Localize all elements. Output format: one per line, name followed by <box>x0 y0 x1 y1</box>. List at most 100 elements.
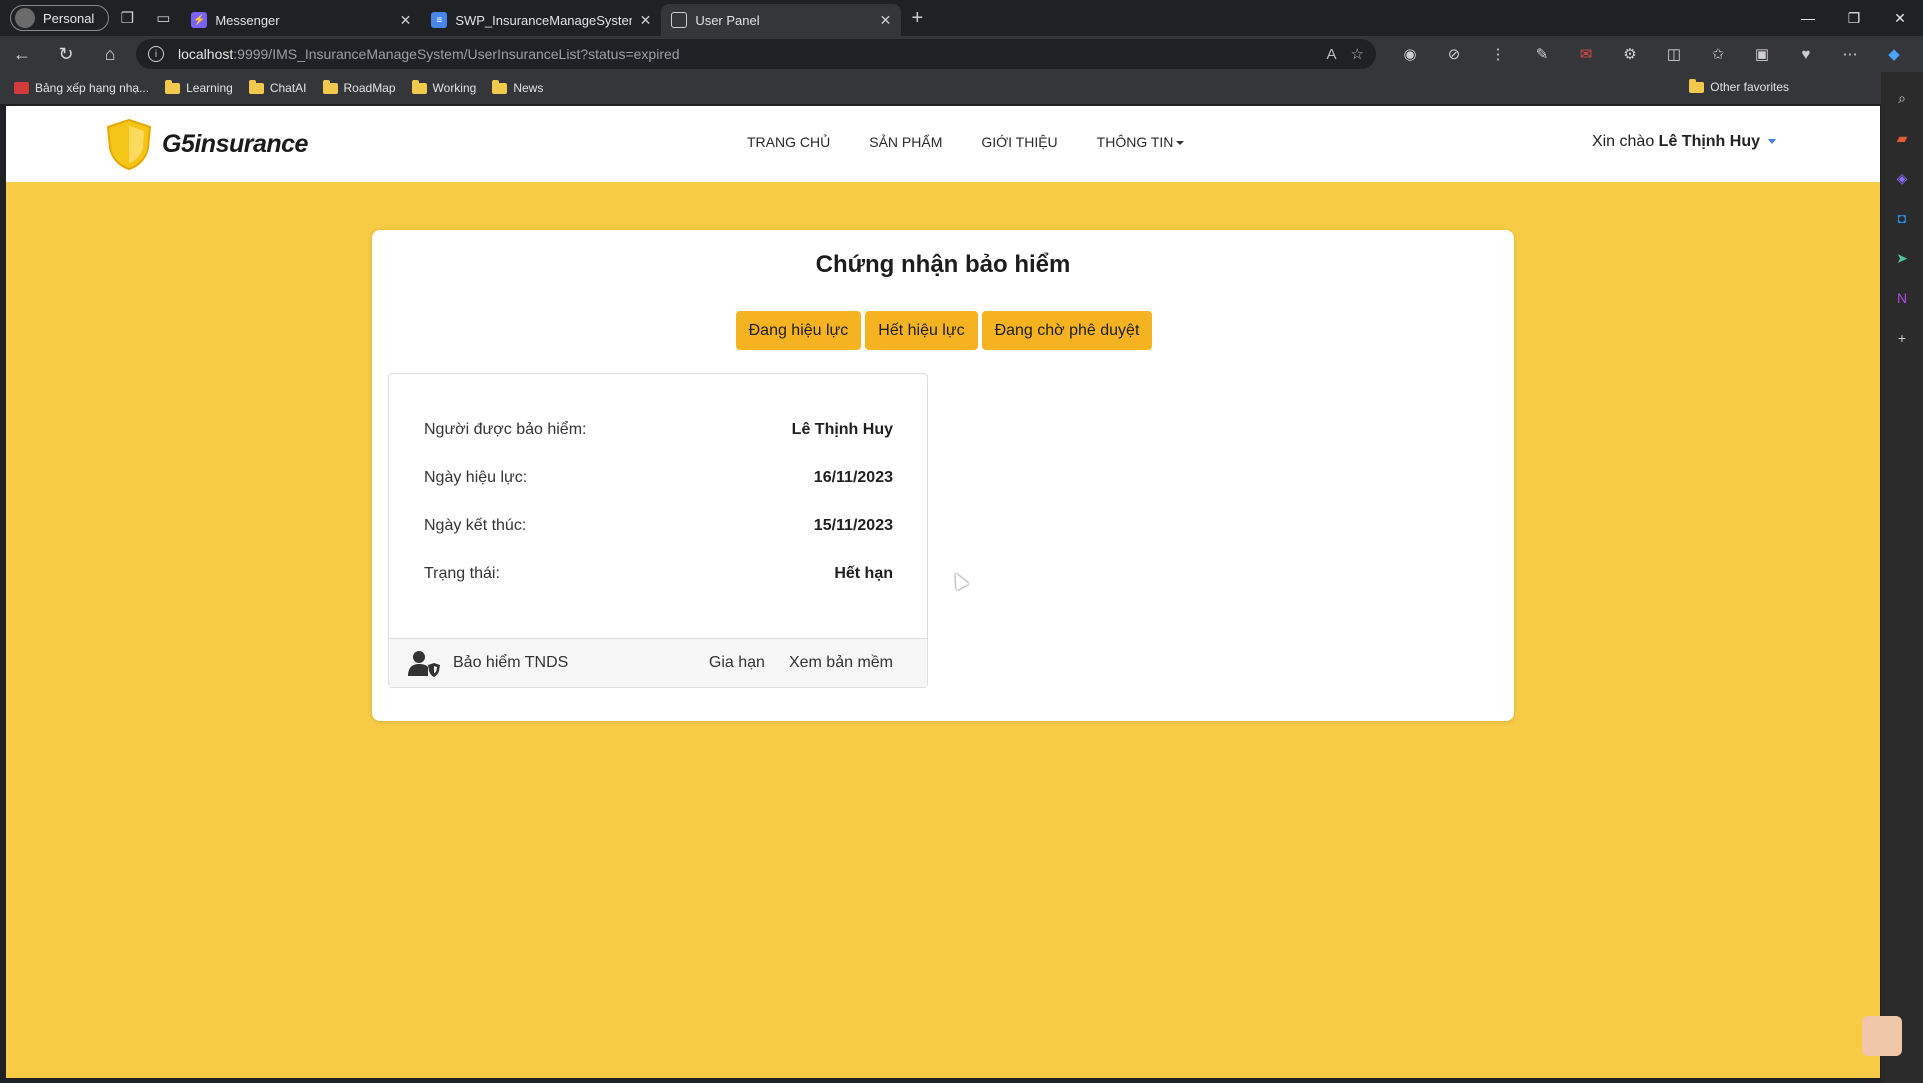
close-tab-icon[interactable]: ✕ <box>640 12 652 29</box>
window-controls: — ❐ ✕ <box>1785 0 1923 36</box>
logo-text: G5insurance <box>162 129 308 158</box>
page-viewport: G5insurance TRANG CHỦ SẢN PHẨM GIỚI THIỆ… <box>6 106 1880 1078</box>
avatar[interactable] <box>1862 1016 1902 1056</box>
new-tab-button[interactable]: + <box>901 4 933 32</box>
tab-title: User Panel <box>695 12 760 28</box>
profile-button[interactable]: Personal <box>10 5 110 31</box>
add-icon[interactable]: + <box>1888 324 1916 352</box>
folder-icon <box>322 79 338 94</box>
copilot-sidebar-icon[interactable]: ◈ <box>1888 164 1916 192</box>
view-soft-copy-link[interactable]: Xem bản mềm <box>789 654 893 672</box>
outlook-icon[interactable]: ◘ <box>1888 204 1916 232</box>
bookmark-folder[interactable]: ChatAI <box>248 79 307 95</box>
bookmark-item[interactable]: Bảng xếp hạng nhạ... <box>14 81 149 95</box>
status-badge: Hết hạn <box>834 565 893 582</box>
site-logo[interactable]: G5insurance <box>104 118 308 170</box>
url-field[interactable]: i localhost:9999/IMS_InsuranceManageSyst… <box>136 39 1376 69</box>
user-shield-icon <box>408 651 440 677</box>
profile-avatar <box>15 8 35 28</box>
menu-info[interactable]: THÔNG TIN <box>1097 134 1185 150</box>
caret-down-icon <box>1176 141 1185 146</box>
status-filters: Đang hiệu lực Hết hiệu lực Đang chờ phê … <box>372 311 1514 350</box>
copilot-icon[interactable]: ◆ <box>1872 45 1916 63</box>
document-icon: ≡ <box>431 12 448 28</box>
extension-badge-icon[interactable]: ✉ <box>1564 45 1608 63</box>
shield-icon <box>106 118 152 170</box>
bookmark-folder[interactable]: News <box>492 79 543 95</box>
profile-label: Personal <box>43 10 95 26</box>
other-favorites[interactable]: Other favorites <box>1689 78 1789 94</box>
folder-icon <box>248 79 264 94</box>
workspaces-icon[interactable]: ❒ <box>109 4 145 32</box>
bookmarks-bar: Bảng xếp hạng nhạ... Learning ChatAI Roa… <box>0 72 1923 104</box>
insured-person-row: Người được bảo hiểm: Lê Thịnh Huy <box>424 421 893 438</box>
main-menu: TRANG CHỦ SẢN PHẨM GIỚI THIỆU THÔNG TIN <box>747 134 1185 150</box>
folder-icon <box>1689 78 1705 93</box>
extension-icon[interactable]: ◉ <box>1388 45 1432 63</box>
minimize-icon[interactable]: — <box>1785 0 1831 36</box>
edge-sidebar: ⌕ ▰ ◈ ◘ ➤ N + <box>1881 72 1923 1083</box>
effective-date-row: Ngày hiệu lực: 16/11/2023 <box>424 469 893 486</box>
eyedropper-icon[interactable]: ✎ <box>1520 45 1564 63</box>
tab-actions-icon[interactable]: ▭ <box>145 4 181 32</box>
tab-swp-doc[interactable]: ≡ SWP_InsuranceManageSystem_R ✕ <box>421 4 661 36</box>
page-icon <box>671 12 688 28</box>
menu-products[interactable]: SẢN PHẨM <box>869 134 942 150</box>
caret-down-icon <box>1768 139 1776 145</box>
address-bar-row: ← ↻ ⌂ i localhost:9999/IMS_InsuranceMana… <box>0 36 1923 72</box>
tab-title: SWP_InsuranceManageSystem_R <box>455 12 631 28</box>
info-icon[interactable]: i <box>148 46 164 62</box>
insurance-card: Người được bảo hiểm: Lê Thịnh Huy Ngày h… <box>388 373 928 688</box>
folder-icon <box>165 79 181 94</box>
home-icon[interactable]: ⌂ <box>88 38 132 70</box>
collections-icon[interactable]: ▣ <box>1740 45 1784 63</box>
split-screen-icon[interactable]: ◫ <box>1652 45 1696 63</box>
close-window-icon[interactable]: ✕ <box>1877 0 1923 36</box>
extensions-bar: ◉ ⊘ ⋮ ✎ ✉ ⚙ ◫ ✩ ▣ ♥ ⋯ ◆ <box>1388 45 1916 64</box>
extension-icon[interactable]: ⋮ <box>1476 45 1520 63</box>
close-tab-icon[interactable]: ✕ <box>400 12 412 29</box>
page-title: Chứng nhận bảo hiểm <box>815 251 1071 278</box>
bookmark-folder[interactable]: RoadMap <box>322 79 396 95</box>
close-tab-icon[interactable]: ✕ <box>880 12 892 29</box>
read-aloud-icon[interactable]: A <box>1327 46 1337 63</box>
status-row: Trạng thái: Hết hạn <box>424 565 893 613</box>
filter-expired-button[interactable]: Hết hiệu lực <box>865 311 978 350</box>
tab-user-panel[interactable]: User Panel ✕ <box>661 4 902 36</box>
certificate-panel: Chứng nhận bảo hiểm Đang hiệu lực Hết hi… <box>372 230 1514 721</box>
menu-about[interactable]: GIỚI THIỆU <box>981 134 1057 150</box>
folder-icon <box>411 79 427 94</box>
end-date-row: Ngày kết thúc: 15/11/2023 <box>424 517 893 534</box>
user-menu[interactable]: Xin chào Lê Thịnh Huy <box>1592 133 1776 151</box>
insurance-type: Bảo hiểm TNDS <box>453 654 569 671</box>
favorite-star-icon[interactable]: ☆ <box>1351 45 1364 63</box>
bookmark-folder[interactable]: Working <box>411 79 476 95</box>
insurance-card-footer: Bảo hiểm TNDS Gia hạn Xem bản mềm <box>389 638 927 687</box>
onenote-icon[interactable]: N <box>1888 284 1916 312</box>
tab-messenger[interactable]: ⚡ Messenger ✕ <box>181 4 421 36</box>
extensions-icon[interactable]: ⚙ <box>1608 45 1652 63</box>
user-name: Lê Thịnh Huy <box>1658 133 1760 150</box>
send-icon[interactable]: ➤ <box>1888 244 1916 272</box>
tab-title: Messenger <box>215 12 280 28</box>
refresh-icon[interactable]: ↻ <box>44 38 88 70</box>
filter-pending-button[interactable]: Đang chờ phê duyệt <box>981 311 1153 350</box>
browser-tab-bar: Personal ❒ ▭ ⚡ Messenger ✕ ≡ SWP_Insuran… <box>0 0 1923 36</box>
restore-icon[interactable]: ❐ <box>1831 0 1877 36</box>
music-chart-icon <box>14 82 29 94</box>
site-navbar: G5insurance TRANG CHỦ SẢN PHẨM GIỚI THIỆ… <box>6 106 1880 182</box>
filter-active-button[interactable]: Đang hiệu lực <box>735 311 862 350</box>
favorites-icon[interactable]: ✩ <box>1696 45 1740 63</box>
menu-home[interactable]: TRANG CHỦ <box>747 134 830 150</box>
extension-icon[interactable]: ⊘ <box>1432 45 1476 63</box>
back-icon[interactable]: ← <box>0 38 44 70</box>
tools-icon[interactable]: ▰ <box>1888 124 1916 152</box>
insurance-card-body: Người được bảo hiểm: Lê Thịnh Huy Ngày h… <box>389 374 927 638</box>
performance-icon[interactable]: ♥ <box>1784 46 1828 63</box>
renew-link[interactable]: Gia hạn <box>709 654 765 672</box>
more-icon[interactable]: ⋯ <box>1828 45 1872 63</box>
url-text: localhost:9999/IMS_InsuranceManageSystem… <box>178 46 680 62</box>
search-icon[interactable]: ⌕ <box>1888 84 1916 112</box>
bookmark-folder[interactable]: Learning <box>165 79 233 95</box>
messenger-icon: ⚡ <box>191 12 208 28</box>
